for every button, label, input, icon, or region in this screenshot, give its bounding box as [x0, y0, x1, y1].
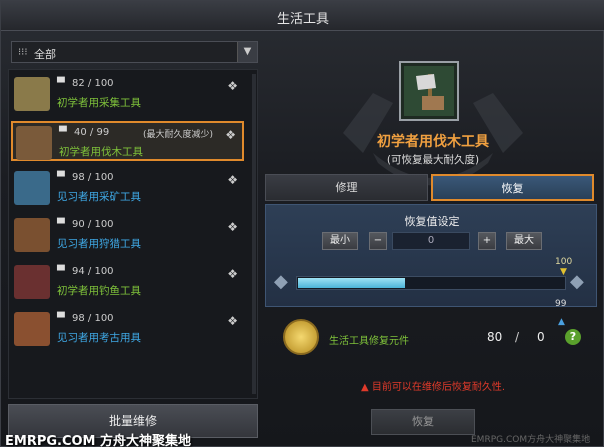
- filter-selected: 全部: [34, 48, 56, 61]
- list-item[interactable]: ▀ 90 / 100 见习者用狩猎工具 ❖: [11, 215, 244, 255]
- restore-slider[interactable]: [296, 276, 566, 290]
- warning-icon: ▲: [360, 382, 372, 393]
- gem-icon: ❖: [227, 220, 238, 234]
- title-bar: 生活工具: [1, 1, 604, 31]
- tool-name: 见习者用采矿工具: [57, 191, 141, 203]
- selected-tool-title: 初学者用伐木工具: [377, 134, 489, 150]
- max-button[interactable]: 最大: [506, 232, 542, 250]
- durability-text: 98 / 100: [72, 172, 114, 183]
- tool-list: ▀ 82 / 100 初学者用采集工具 ❖ ▀ 40 / 99 (最大耐久度减少) 初学者用伐…: [8, 69, 258, 399]
- category-filter[interactable]: ⁝⁝⁝ 全部 ▼: [11, 41, 258, 63]
- list-item[interactable]: ▀ 94 / 100 初学者用钓鱼工具 ❖: [11, 262, 244, 302]
- slider-right-arrow-icon[interactable]: ◆: [570, 271, 584, 292]
- tool-thumbnail: [14, 265, 50, 299]
- durability-text: 98 / 100: [72, 313, 114, 324]
- list-item[interactable]: ▀ 98 / 100 见习者用采矿工具 ❖: [11, 168, 244, 208]
- selected-tool-icon: [399, 61, 459, 121]
- slider-fill: [298, 278, 406, 288]
- anvil-icon: ▀: [57, 313, 65, 324]
- restore-setting-heading: 恢复值设定: [404, 215, 460, 228]
- anvil-icon: ▀: [57, 172, 65, 183]
- anvil-icon: ▀: [59, 127, 67, 138]
- detail-panel: 初学者用伐木工具 (可恢复最大耐久度) 修理 恢复 恢复值设定 最小 − 0 +…: [263, 33, 603, 447]
- warning-message: 目前可以在维修后恢复耐久性.: [371, 382, 506, 393]
- decrease-button[interactable]: −: [369, 232, 387, 250]
- watermark: EMRPG.COM 方舟大神聚集地: [5, 434, 192, 447]
- anvil-icon: ▀: [57, 219, 65, 230]
- tool-thumbnail: [14, 171, 50, 205]
- restore-value-input[interactable]: 0: [392, 232, 470, 250]
- anvil-icon: ▀: [57, 78, 65, 89]
- gem-icon: ❖: [227, 173, 238, 187]
- list-scrollbar[interactable]: [252, 74, 256, 394]
- tool-thumbnail: [14, 77, 50, 111]
- material-owned: 80: [487, 330, 503, 344]
- tool-name: 初学者用采集工具: [57, 97, 141, 109]
- anvil-icon: ▀: [57, 266, 65, 277]
- material-name: 生活工具修复元件: [329, 336, 409, 347]
- tool-name: 见习者用狩猎工具: [57, 238, 141, 250]
- min-button[interactable]: 最小: [322, 232, 358, 250]
- durability-text: 82 / 100: [72, 78, 114, 89]
- material-separator: /: [515, 330, 520, 344]
- axe-icon: [416, 74, 444, 110]
- current-marker-label: 99: [555, 299, 567, 309]
- slider-left-arrow-icon[interactable]: ◆: [274, 271, 288, 292]
- durability-note: (最大耐久度减少): [143, 130, 214, 140]
- list-item[interactable]: ▀ 40 / 99 (最大耐久度减少) 初学者用伐木工具 ❖: [11, 121, 244, 161]
- tool-thumbnail: [14, 218, 50, 252]
- material-row: 生活工具修复元件 80 / 0 ?: [273, 315, 591, 363]
- life-tools-window: 生活工具 ⁝⁝⁝ 全部 ▼ ▀ 82 / 100 初学者用采集工具 ❖ ▀ 40 / 99…: [0, 0, 604, 447]
- warning-text: ▲ 目前可以在维修后恢复耐久性.: [263, 378, 603, 393]
- gem-icon: ❖: [227, 314, 238, 328]
- list-item[interactable]: ▀ 82 / 100 初学者用采集工具 ❖: [11, 74, 244, 114]
- help-icon[interactable]: ?: [565, 329, 581, 345]
- durability-text: 90 / 100: [72, 219, 114, 230]
- durability-text: 94 / 100: [72, 266, 114, 277]
- list-item[interactable]: ▀ 98 / 100 见习者用考古用具 ❖: [11, 309, 244, 349]
- tab-restore[interactable]: 恢复: [431, 174, 594, 201]
- restore-button[interactable]: 恢复: [371, 409, 475, 435]
- gem-icon: ❖: [225, 128, 236, 142]
- watermark-small: EMRPG.COM方舟大神聚集地: [471, 435, 591, 445]
- max-marker-label: 100: [555, 257, 573, 267]
- gem-icon: ❖: [227, 267, 238, 281]
- chevron-down-icon[interactable]: ▼: [237, 42, 257, 62]
- window-title: 生活工具: [276, 12, 329, 27]
- tool-name: 见习者用考古用具: [57, 332, 141, 344]
- restore-panel: 恢复值设定 最小 − 0 + 最大 ◆ ◆ 100 ▼ ▲: [265, 204, 597, 327]
- max-marker-icon: ▼: [560, 267, 567, 277]
- material-required: 0: [537, 330, 545, 344]
- tool-thumbnail: [16, 126, 52, 160]
- gem-icon: ❖: [227, 79, 238, 93]
- grid-icon: ⁝⁝⁝: [18, 47, 28, 58]
- tab-repair[interactable]: 修理: [265, 174, 428, 201]
- selected-tool-subtitle: (可恢复最大耐久度): [386, 154, 480, 166]
- durability-text: 40 / 99: [74, 127, 110, 138]
- repair-part-icon: [283, 319, 319, 355]
- tool-name: 初学者用伐木工具: [59, 146, 143, 158]
- increase-button[interactable]: +: [478, 232, 496, 250]
- tool-name: 初学者用钓鱼工具: [57, 285, 141, 297]
- tool-thumbnail: [14, 312, 50, 346]
